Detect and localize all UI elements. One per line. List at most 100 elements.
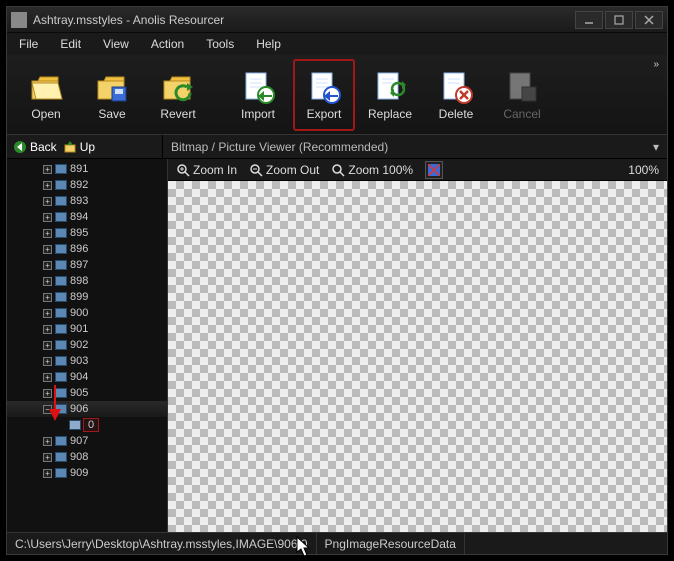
tree-expander-icon[interactable]: +	[43, 309, 52, 318]
image-canvas-area[interactable]	[168, 181, 667, 532]
menubar: File Edit View Action Tools Help	[7, 33, 667, 55]
tree-node-896[interactable]: +896	[7, 241, 167, 257]
maximize-button[interactable]	[605, 11, 633, 29]
tree-node-904[interactable]: +904	[7, 369, 167, 385]
tree-node-label: 904	[70, 371, 88, 383]
tree-expander-icon[interactable]: +	[43, 357, 52, 366]
main-area: +891+892+893+894+895+896+897+898+899+900…	[7, 159, 667, 532]
tree-expander-icon[interactable]: +	[43, 277, 52, 286]
viewer-panel: Zoom In Zoom Out Zoom 100% 100%	[168, 159, 667, 532]
tree-node-905[interactable]: +905	[7, 385, 167, 401]
tree-expander-icon[interactable]: +	[43, 197, 52, 206]
tree-node-894[interactable]: +894	[7, 209, 167, 225]
up-link[interactable]: Up	[63, 140, 95, 154]
resource-icon	[55, 180, 67, 190]
resource-icon	[55, 164, 67, 174]
menu-help[interactable]: Help	[246, 35, 291, 53]
tree-expander-icon[interactable]: +	[43, 373, 52, 382]
tree-expander-icon[interactable]: −	[43, 405, 52, 414]
tree-node-897[interactable]: +897	[7, 257, 167, 273]
zoom-100-button[interactable]: Zoom 100%	[331, 163, 413, 177]
transparency-checkerboard	[168, 181, 667, 532]
delete-button[interactable]: Delete	[425, 59, 487, 131]
resource-tree[interactable]: +891+892+893+894+895+896+897+898+899+900…	[7, 159, 168, 532]
tree-node-902[interactable]: +902	[7, 337, 167, 353]
window-title: Ashtray.msstyles - Anolis Resourcer	[33, 13, 575, 27]
tree-node-899[interactable]: +899	[7, 289, 167, 305]
checker-toggle-button[interactable]	[425, 161, 443, 179]
tree-node-label: 907	[70, 435, 88, 447]
open-button[interactable]: Open	[15, 59, 77, 131]
tree-node-898[interactable]: +898	[7, 273, 167, 289]
tree-node-901[interactable]: +901	[7, 321, 167, 337]
tree-expander-icon[interactable]: +	[43, 245, 52, 254]
tree-node-907[interactable]: +907	[7, 433, 167, 449]
tree-node-900[interactable]: +900	[7, 305, 167, 321]
nav-left: Back Up	[7, 135, 163, 158]
resource-icon	[55, 340, 67, 350]
zoom-out-button[interactable]: Zoom Out	[249, 163, 319, 177]
resource-icon	[55, 276, 67, 286]
cancel-button[interactable]: Cancel	[491, 59, 553, 131]
folder-open-icon	[28, 69, 64, 105]
status-path: C:\Users\Jerry\Desktop\Ashtray.msstyles,…	[7, 533, 317, 554]
import-label: Import	[241, 107, 275, 121]
tree-node-label: 905	[70, 387, 88, 399]
tree-node-label: 891	[70, 163, 88, 175]
zoom-in-icon	[176, 163, 190, 177]
tree-expander-icon[interactable]: +	[43, 181, 52, 190]
image-icon	[428, 164, 440, 176]
toolbar: » Open Save Revert Import	[7, 55, 667, 135]
tree-expander-icon[interactable]: +	[43, 469, 52, 478]
tree-node-895[interactable]: +895	[7, 225, 167, 241]
save-button[interactable]: Save	[81, 59, 143, 131]
revert-button[interactable]: Revert	[147, 59, 209, 131]
tree-leaf-906-0[interactable]: 0	[7, 417, 167, 433]
menu-edit[interactable]: Edit	[50, 35, 91, 53]
tree-expander-icon[interactable]: +	[43, 293, 52, 302]
tree-expander-icon[interactable]: +	[43, 165, 52, 174]
tree-node-906[interactable]: −906	[7, 401, 167, 417]
minimize-button[interactable]	[575, 11, 603, 29]
menu-tools[interactable]: Tools	[196, 35, 244, 53]
tree-node-908[interactable]: +908	[7, 449, 167, 465]
titlebar: Ashtray.msstyles - Anolis Resourcer	[7, 7, 667, 33]
tree-node-909[interactable]: +909	[7, 465, 167, 481]
menu-file[interactable]: File	[9, 35, 48, 53]
tree-node-893[interactable]: +893	[7, 193, 167, 209]
menu-action[interactable]: Action	[141, 35, 194, 53]
replace-button[interactable]: Replace	[359, 59, 421, 131]
tree-node-label: 895	[70, 227, 88, 239]
tree-node-892[interactable]: +892	[7, 177, 167, 193]
resource-icon	[55, 404, 67, 414]
tree-expander-icon[interactable]: +	[43, 213, 52, 222]
zoom-in-button[interactable]: Zoom In	[176, 163, 237, 177]
status-type: PngImageResourceData	[317, 533, 465, 554]
tree-node-891[interactable]: +891	[7, 161, 167, 177]
tree-expander-icon[interactable]: +	[43, 453, 52, 462]
tree-expander-icon[interactable]: +	[43, 341, 52, 350]
tree-expander-icon[interactable]: +	[43, 325, 52, 334]
tree-expander-icon[interactable]: +	[43, 389, 52, 398]
tree-node-label: 909	[70, 467, 88, 479]
export-button[interactable]: Export	[293, 59, 355, 131]
viewer-selector-dropdown[interactable]: Bitmap / Picture Viewer (Recommended) ▾	[163, 135, 667, 158]
tree-expander-icon[interactable]: +	[43, 229, 52, 238]
revert-label: Revert	[160, 107, 195, 121]
tree-node-label: 892	[70, 179, 88, 191]
tree-expander-icon[interactable]: +	[43, 261, 52, 270]
zoom-in-label: Zoom In	[193, 163, 237, 177]
back-link[interactable]: Back	[13, 140, 57, 154]
import-button[interactable]: Import	[227, 59, 289, 131]
resource-icon	[55, 228, 67, 238]
menu-view[interactable]: View	[93, 35, 139, 53]
resource-icon	[55, 452, 67, 462]
toolbar-overflow-icon[interactable]: »	[653, 59, 659, 70]
tree-expander-icon[interactable]: +	[43, 437, 52, 446]
folder-save-icon	[94, 69, 130, 105]
tree-node-label: 897	[70, 259, 88, 271]
close-button[interactable]	[635, 11, 663, 29]
open-label: Open	[31, 107, 60, 121]
tree-node-903[interactable]: +903	[7, 353, 167, 369]
document-import-icon	[240, 69, 276, 105]
